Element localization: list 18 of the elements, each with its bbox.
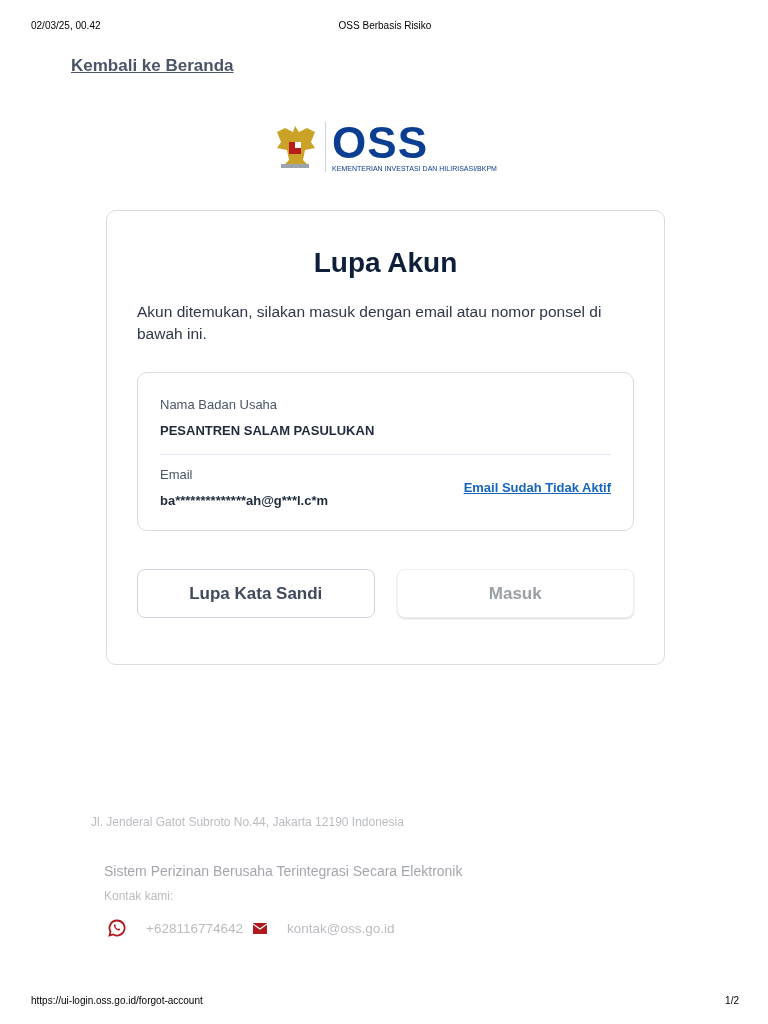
field-value: PESANTREN SALAM PASULUKAN [160, 423, 376, 438]
print-date: 02/03/25, 00.42 [31, 19, 101, 31]
logo-wordmark: OSS [332, 122, 428, 163]
forgot-password-button[interactable]: Lupa Kata Sandi [137, 569, 375, 618]
page-number: 1/2 [725, 994, 739, 1006]
mail-icon [253, 922, 267, 934]
system-name: Sistem Perizinan Berusaha Terintegrasi Secara Elektronik [104, 863, 464, 879]
page-url: https://ui-login.oss.go.id/forgot-account [31, 994, 203, 1006]
address-text: Jl. Jenderal Gatot Subroto No.44, Jakarta 12190 Indonesia [91, 815, 405, 829]
whatsapp-icon [108, 919, 126, 937]
field-label: Nama Badan Usaha [160, 397, 279, 412]
field-value: ba**************ah@g***l.c*m [160, 493, 329, 508]
page-heading: Lupa Akun [312, 247, 459, 279]
page-title: OSS Berbasis Risiko [338, 19, 432, 31]
field-label: Email [160, 467, 194, 482]
info-message: Akun ditemukan, silakan masuk dengan email atau nomor ponsel di bawah ini. [137, 302, 603, 344]
contact-label: Kontak kami: [104, 889, 175, 903]
back-link[interactable]: Kembali ke Beranda [71, 56, 234, 76]
